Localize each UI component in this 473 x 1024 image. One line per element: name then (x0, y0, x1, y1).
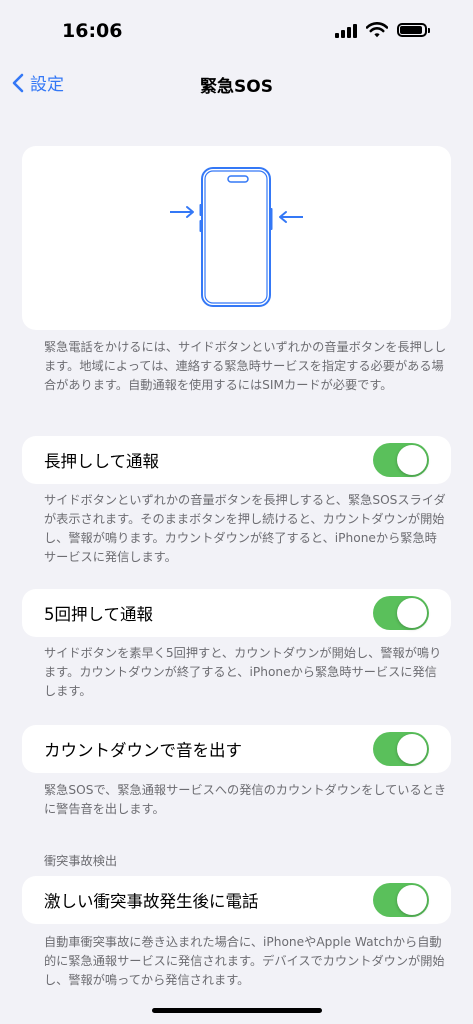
wifi-icon (366, 22, 388, 38)
countdown-sound-note: 緊急SOSで、緊急通報サービスへの発信のカウントダウンをしているときに警告音を出… (44, 783, 447, 816)
navigation-bar: 設定 緊急SOS (0, 60, 473, 106)
page-title: 緊急SOS (200, 77, 273, 97)
setting-row-five-press: 5回押して通報 (22, 589, 451, 637)
five-press-note: サイドボタンを素早く5回押すと、カウントダウンが開始し、警報が鳴ります。カウント… (44, 646, 442, 698)
status-bar: 16:06 (0, 0, 473, 60)
crash-note: 自動車衝突事故に巻き込まれた場合に、iPhoneやApple Watchから自動… (44, 935, 445, 987)
cellular-signal-icon (335, 24, 361, 38)
hold-to-call-toggle[interactable] (373, 443, 429, 477)
side-button-illustration (22, 146, 451, 330)
setting-label: 5回押して通報 (44, 605, 154, 624)
home-indicator (152, 1008, 322, 1013)
battery-icon (397, 23, 430, 37)
hold-to-call-note: サイドボタンといずれかの音量ボタンを長押しすると、緊急SOSスライダが表示されま… (44, 493, 446, 564)
setting-label: カウントダウンで音を出す (44, 741, 242, 760)
phone-buttons-icon (170, 167, 303, 307)
setting-row-countdown-sound: カウントダウンで音を出す (22, 725, 451, 773)
status-time: 16:06 (62, 20, 123, 42)
setting-row-crash-call: 激しい衝突事故発生後に電話 (22, 876, 451, 924)
intro-note: 緊急電話をかけるには、サイドボタンといずれかの音量ボタンを長押しします。地域によ… (44, 340, 447, 392)
setting-row-hold-to-call: 長押しして通報 (22, 436, 451, 484)
five-press-toggle[interactable] (373, 596, 429, 630)
setting-label: 激しい衝突事故発生後に電話 (44, 892, 259, 911)
crash-call-toggle[interactable] (373, 883, 429, 917)
setting-label: 長押しして通報 (44, 452, 160, 471)
crash-section-header: 衝突事故検出 (44, 854, 118, 868)
countdown-sound-toggle[interactable] (373, 732, 429, 766)
